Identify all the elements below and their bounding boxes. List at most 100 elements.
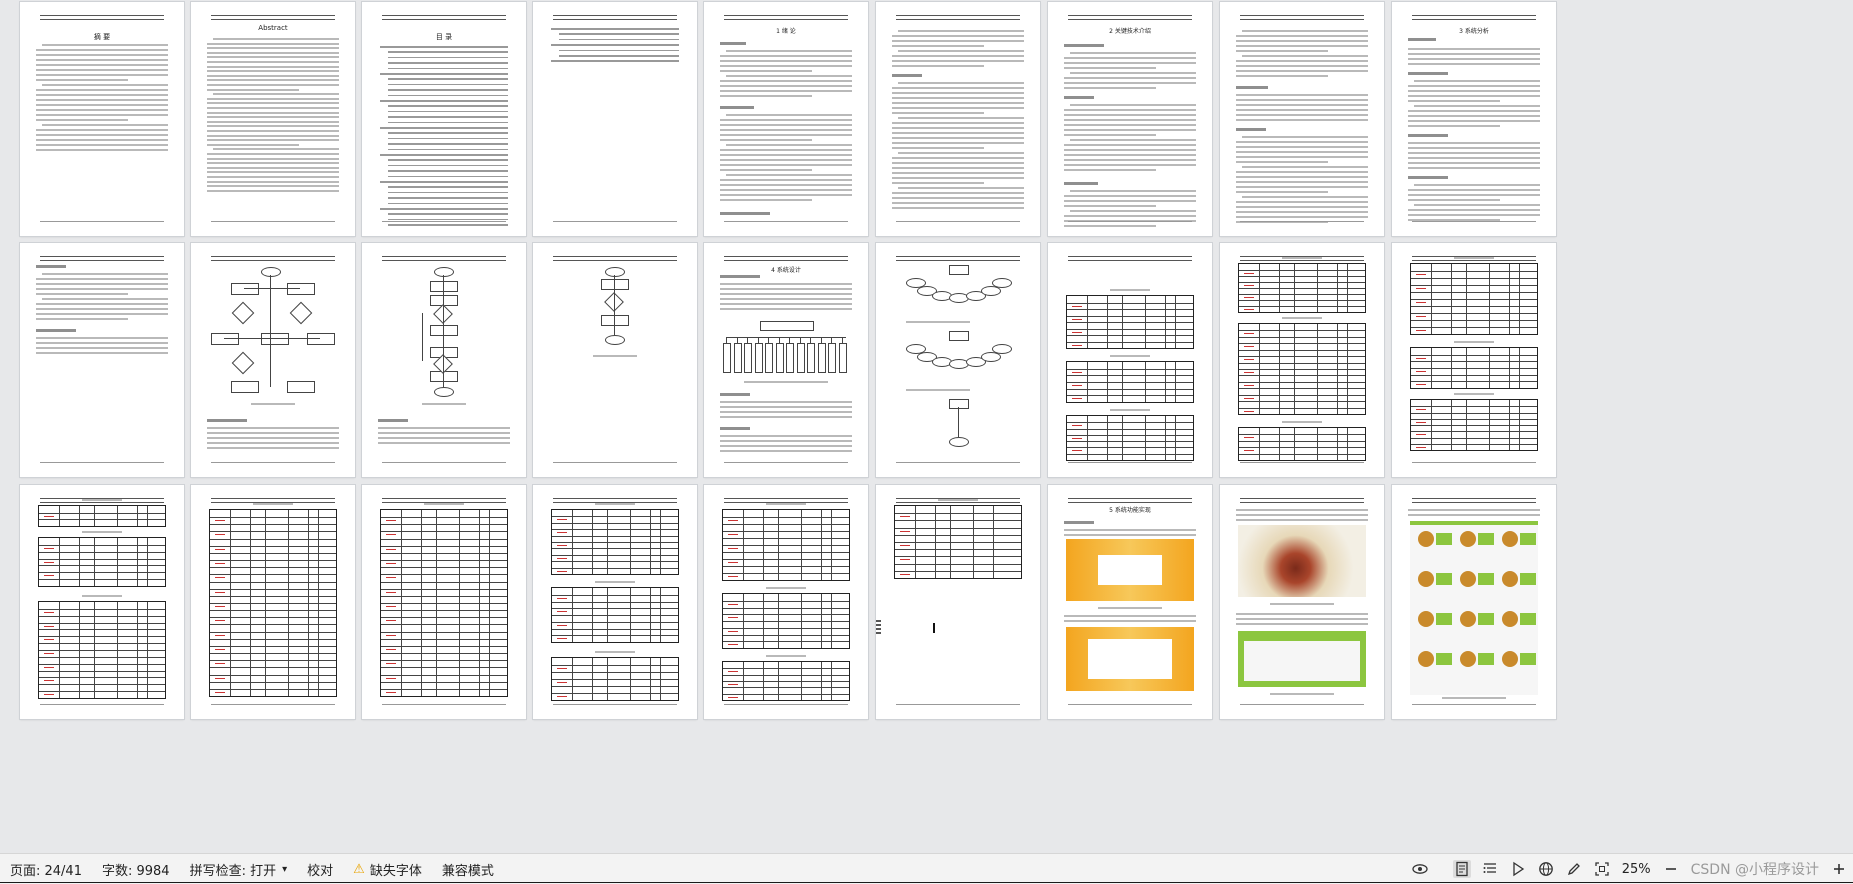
table-row — [1411, 412, 1537, 414]
page-16-tables[interactable] — [1048, 243, 1212, 477]
text-line — [1064, 62, 1196, 64]
zoom-out-icon[interactable] — [1662, 860, 1680, 878]
table-col — [1279, 428, 1281, 460]
page-24-current[interactable] — [876, 485, 1040, 719]
product-info — [1478, 533, 1494, 545]
page-7-tech[interactable]: 2 关键技术介绍 — [1048, 2, 1212, 236]
page-20-tables[interactable] — [191, 485, 355, 719]
page-23-tables[interactable] — [704, 485, 868, 719]
flow-connector — [443, 275, 444, 387]
table-row — [39, 544, 165, 546]
spell-mark — [900, 573, 911, 575]
page-22-tables[interactable] — [533, 485, 697, 719]
page-17-tables[interactable] — [1220, 243, 1384, 477]
page-1-abstract-cn[interactable]: 摘 要 — [20, 2, 184, 236]
table-row — [210, 524, 336, 526]
page-25-impl[interactable]: 5 系统功能实现 — [1048, 485, 1212, 719]
flow-step — [287, 283, 315, 295]
eye-icon[interactable] — [1411, 860, 1429, 878]
text-line — [36, 293, 128, 295]
text-line — [1070, 190, 1196, 192]
zoom-in-icon[interactable] — [1830, 860, 1848, 878]
table-col — [801, 510, 803, 580]
table-row — [210, 552, 336, 554]
text-line — [1070, 72, 1196, 74]
toc-entry — [388, 213, 508, 215]
data-table — [209, 509, 337, 697]
toc-entry — [388, 51, 508, 53]
play-icon[interactable] — [1509, 860, 1527, 878]
spell-mark — [1416, 434, 1427, 436]
table-row — [1411, 418, 1537, 420]
text-line — [1236, 206, 1368, 208]
text-line — [1070, 52, 1196, 54]
text-line — [36, 119, 128, 121]
table-row — [39, 608, 165, 610]
page-11-flowchart[interactable] — [191, 243, 355, 477]
compat-mode-label: 兼容模式 — [441, 863, 494, 879]
page-21-tables[interactable] — [362, 485, 526, 719]
word-count[interactable]: 字数: 9984 — [92, 854, 180, 884]
text-line — [36, 347, 168, 349]
document-canvas[interactable]: 摘 要 Abstract 目 录 1 绪 论 2 关键技术介绍 3 系统分析 4… — [0, 0, 1853, 853]
spellcheck-toggle[interactable]: 拼写检查: 打开 ▾ — [180, 854, 298, 884]
zoom-level[interactable]: 25% — [1616, 862, 1657, 877]
page-footer-rule — [381, 462, 507, 463]
tree-root — [760, 321, 814, 331]
table-col — [1165, 416, 1167, 460]
page-4-toc-cont[interactable] — [533, 2, 697, 236]
text-line — [720, 154, 852, 156]
page-26-impl[interactable] — [1220, 485, 1384, 719]
compat-mode-button[interactable]: 兼容模式 — [432, 854, 504, 884]
toc-entry — [388, 116, 508, 118]
toc-entry — [559, 49, 679, 52]
pen-icon[interactable] — [1565, 860, 1583, 878]
text-line — [207, 447, 339, 449]
page-10[interactable] — [20, 243, 184, 477]
flow-step — [231, 283, 259, 295]
page-15-er[interactable] — [876, 243, 1040, 477]
spell-mark — [215, 663, 226, 665]
page-indicator[interactable]: 页面: 24/41 — [0, 854, 92, 884]
fit-page-icon[interactable] — [1593, 860, 1611, 878]
proofread-button[interactable]: 校对 — [297, 854, 343, 884]
figure-caption — [1270, 603, 1334, 605]
page-13-flowchart[interactable] — [533, 243, 697, 477]
anchor-handle[interactable] — [876, 620, 881, 634]
screenshot-form — [1098, 555, 1162, 585]
spell-mark — [386, 577, 397, 579]
table-row — [723, 607, 849, 609]
page-27-impl[interactable] — [1392, 485, 1556, 719]
page-3-toc[interactable]: 目 录 — [362, 2, 526, 236]
table-row — [1411, 381, 1537, 383]
page-14-design[interactable]: 4 系统设计 — [704, 243, 868, 477]
page-18-tables[interactable] — [1392, 243, 1556, 477]
text-line — [1408, 48, 1540, 50]
outline-icon[interactable] — [1481, 860, 1499, 878]
spell-mark — [215, 591, 226, 593]
globe-icon[interactable] — [1537, 860, 1555, 878]
table-row — [895, 542, 1021, 543]
text-line — [378, 432, 510, 434]
page-2-abstract-en[interactable]: Abstract — [191, 2, 355, 236]
page-view-icon[interactable] — [1452, 860, 1471, 878]
page-5-intro[interactable]: 1 绪 论 — [704, 2, 868, 236]
text-line — [1236, 191, 1328, 193]
text-line — [36, 114, 168, 116]
page-8-tech-cont[interactable] — [1220, 2, 1384, 236]
page-footer-rule — [39, 221, 165, 222]
page-6-intro-cont[interactable] — [876, 2, 1040, 236]
page-title: 5 系统功能实现 — [1109, 507, 1151, 514]
text-line — [1236, 509, 1368, 511]
table-row — [723, 668, 849, 670]
heading-line — [720, 427, 750, 430]
text-line — [1408, 85, 1540, 87]
page-9-analysis[interactable]: 3 系统分析 — [1392, 2, 1556, 236]
toc-entry — [388, 191, 508, 194]
page-19-tables[interactable] — [20, 485, 184, 719]
page-12-flowchart[interactable] — [362, 243, 526, 477]
figure-caption — [906, 321, 970, 323]
figure-caption — [1442, 697, 1506, 699]
data-table — [722, 509, 850, 581]
missing-font-button[interactable]: ⚠ 缺失字体 — [343, 854, 432, 884]
